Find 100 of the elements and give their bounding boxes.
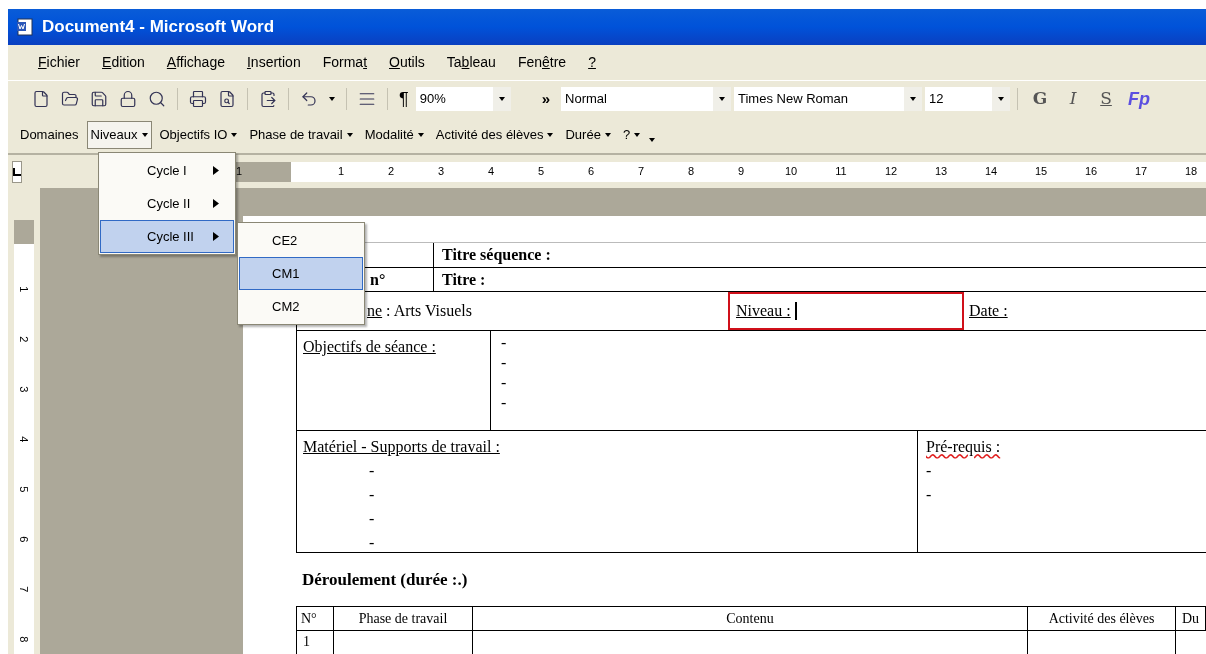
caret-icon: [498, 97, 505, 101]
bullet-dash: -: [368, 485, 376, 505]
show-marks-button[interactable]: ¶: [395, 85, 413, 113]
bullet-dash: -: [501, 393, 507, 413]
menu-item[interactable]: Format: [322, 52, 367, 73]
toolbar-menu-button[interactable]: Niveaux: [86, 121, 152, 149]
format-button[interactable]: I: [1058, 86, 1088, 112]
ruler-number: 1: [236, 164, 243, 180]
ruler-number: 11: [835, 164, 847, 180]
prerequisites-label: Pré-requis :: [926, 437, 1001, 458]
ruler-margin: [14, 220, 34, 244]
toolbar-menu-button[interactable]: Objectifs IO: [155, 121, 242, 149]
date-label: Date :: [969, 301, 1008, 321]
ruler-number: 9: [737, 164, 745, 180]
ruler-number: 8: [17, 635, 32, 643]
column-header: Du: [1176, 607, 1206, 631]
menu-item[interactable]: Outils: [389, 52, 425, 73]
menu-item[interactable]: Tableau: [446, 52, 496, 73]
toolbar-menu-button[interactable]: ?: [618, 121, 645, 149]
column-header: Phase de travail: [334, 607, 473, 631]
ruler-number: 4: [487, 164, 495, 180]
materials-label: Matériel - Supports de travail :: [303, 437, 500, 458]
ruler-number: 8: [687, 164, 695, 180]
zoom-field[interactable]: 90%: [415, 87, 511, 111]
schedule-heading: Déroulement (durée :.): [302, 568, 468, 591]
table-cell: 1: [297, 631, 334, 654]
caret-icon: [231, 133, 238, 137]
format-button[interactable]: S: [1091, 86, 1121, 112]
title-label: Titre séquence :: [442, 245, 551, 266]
bullet-dash: -: [501, 373, 507, 393]
addin-button[interactable]: Fp: [1128, 85, 1150, 113]
ruler-number: 3: [437, 164, 445, 180]
ruler-number: 1: [337, 164, 345, 180]
menu-item[interactable]: Cycle III: [100, 220, 234, 253]
ruler-number: 18: [1184, 164, 1198, 180]
bullet-dash: -: [926, 461, 933, 481]
ruler-number: 15: [1034, 164, 1048, 180]
ruler-number: 10: [784, 164, 798, 180]
ruler-number: 14: [984, 164, 998, 180]
menu-item[interactable]: Fichier: [38, 52, 81, 73]
title-label: Titre :: [442, 270, 486, 290]
caret-icon: [634, 133, 641, 137]
menu-item[interactable]: Insertion: [246, 52, 301, 73]
ruler-number: 12: [884, 164, 898, 180]
menu-item[interactable]: CE2: [239, 224, 363, 257]
menu-item[interactable]: CM1: [239, 257, 363, 290]
submenu-arrow-icon: [213, 199, 219, 208]
domain-text: ne : Arts Visuels: [367, 301, 472, 321]
bullet-dash: -: [368, 509, 376, 529]
ruler-number: 2: [387, 164, 395, 180]
caret-icon: [719, 97, 725, 101]
level-field[interactable]: Niveau :: [728, 292, 964, 330]
bullet-dash: -: [368, 533, 376, 553]
window-title: Document4 - Microsoft Word: [42, 16, 275, 39]
caret-icon: [329, 97, 335, 101]
menu-item[interactable]: CM2: [239, 290, 363, 323]
menu-item[interactable]: Cycle I: [100, 154, 234, 187]
ruler-number: 5: [17, 485, 32, 493]
toolbar-overflow-button[interactable]: »: [541, 87, 550, 111]
ruler-number: 7: [637, 164, 645, 180]
caret-icon: [998, 97, 1004, 101]
menu-item[interactable]: Cycle II: [100, 187, 234, 220]
ruler-number: 1: [17, 285, 32, 293]
caret-icon: [417, 133, 424, 137]
menu-item[interactable]: Edition: [102, 52, 145, 73]
column-header: Contenu: [473, 607, 1028, 631]
submenu-arrow-icon: [213, 232, 219, 241]
caret-icon: [910, 97, 916, 101]
caret-icon: [604, 133, 611, 137]
format-button[interactable]: G: [1025, 86, 1055, 112]
submenu-arrow-icon: [213, 166, 219, 175]
style-field[interactable]: Normal: [561, 87, 731, 111]
column-header: N°: [297, 607, 334, 631]
font-field[interactable]: Times New Roman: [734, 87, 922, 111]
toolbar-menu-button[interactable]: Phase de travail: [245, 121, 357, 149]
session-number-label: n°: [370, 270, 386, 290]
toolbar-menu-button[interactable]: Durée: [561, 121, 615, 149]
caret-icon: [141, 133, 148, 137]
ruler-number: 17: [1134, 164, 1148, 180]
toolbar-menu-button[interactable]: Domaines: [16, 121, 83, 149]
objectives-label: Objectifs de séance :: [303, 338, 436, 355]
toolbar-menu-button[interactable]: Activité des élèves: [431, 121, 558, 149]
menu-item[interactable]: ?: [588, 52, 596, 73]
ruler-number: 6: [587, 164, 595, 180]
tab-selector-button[interactable]: [12, 160, 22, 183]
ruler-number: 16: [1084, 164, 1098, 180]
toolbar-menu-button[interactable]: Modalité: [360, 121, 428, 149]
ruler-number: 2: [17, 335, 32, 343]
bullet-dash: -: [501, 353, 507, 373]
menu-item[interactable]: Affichage: [166, 52, 225, 73]
font-size-field[interactable]: 12: [925, 87, 1010, 111]
tab-stop-icon: [13, 167, 21, 176]
caret-icon: [346, 133, 353, 137]
column-header: Activité des élèves: [1028, 607, 1176, 631]
ruler-number: 7: [17, 585, 32, 593]
menu-item[interactable]: Fenêtre: [517, 52, 567, 73]
caret-icon: [547, 133, 554, 137]
bullet-dash: -: [501, 333, 507, 353]
text-cursor: [794, 302, 797, 320]
ruler-number: 5: [537, 164, 545, 180]
